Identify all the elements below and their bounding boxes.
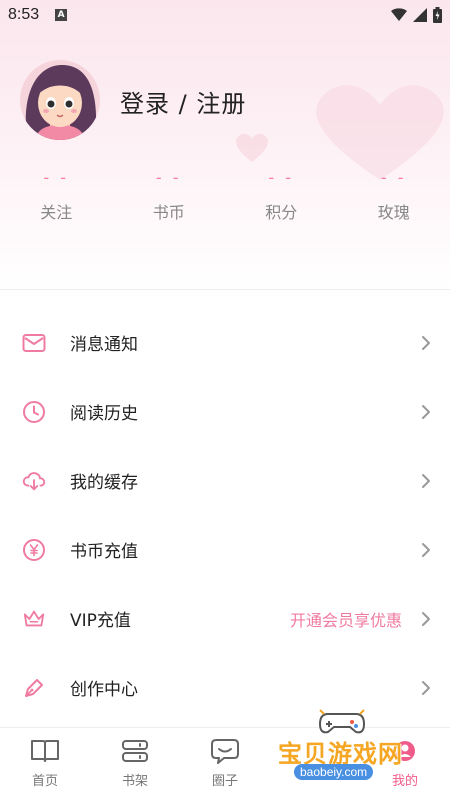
yen-coin-icon (22, 538, 46, 562)
stat-coins[interactable]: - - 书币 (113, 165, 226, 235)
signal-icon (413, 8, 427, 22)
bookshelf-icon (120, 736, 150, 766)
watermark-url: baobeiy.com (294, 764, 374, 780)
menu-item-cache[interactable]: 我的缓存 (0, 446, 450, 515)
menu-item-vip-recharge[interactable]: VIP充值 开通会员享优惠 (0, 584, 450, 653)
menu-label: 消息通知 (70, 335, 138, 355)
status-time: 8:53 (8, 6, 40, 23)
menu-list: 消息通知 阅读历史 我的缓存 书币充值 VIP充值 开通会员享优惠 创作中心 (0, 308, 450, 722)
wifi-icon (391, 8, 407, 21)
nav-label: 书架 (121, 774, 148, 789)
menu-label: 创作中心 (70, 680, 138, 700)
avatar[interactable] (20, 57, 100, 143)
nav-home[interactable]: 首页 (0, 728, 90, 800)
stat-value: - - (268, 168, 295, 187)
stat-roses[interactable]: - - 玫瑰 (338, 165, 450, 235)
pen-icon (22, 676, 46, 700)
stat-follow[interactable]: - - 关注 (0, 165, 113, 235)
menu-label: VIP充值 (70, 611, 131, 631)
header-background (0, 0, 450, 290)
battery-icon (433, 7, 442, 23)
watermark: 宝贝游戏网 baobeiy.com (278, 706, 428, 792)
chevron-right-icon (422, 680, 430, 695)
stat-value: - - (155, 168, 182, 187)
login-register-link[interactable]: 登录 / 注册 (120, 84, 246, 119)
book-open-icon (30, 736, 60, 766)
chevron-right-icon (422, 542, 430, 557)
nav-label: 首页 (31, 774, 58, 789)
menu-label: 书币充值 (70, 542, 138, 562)
status-icons (391, 7, 442, 23)
stat-label: 积分 (265, 203, 298, 222)
chat-bubble-icon (210, 736, 240, 766)
stat-value: - - (43, 168, 70, 187)
menu-item-history[interactable]: 阅读历史 (0, 377, 450, 446)
chevron-right-icon (422, 335, 430, 350)
nav-circle[interactable]: 圈子 (180, 728, 270, 800)
stat-label: 书币 (152, 203, 185, 222)
stats-row: - - 关注 - - 书币 - - 积分 - - 玫瑰 (0, 165, 450, 235)
menu-item-messages[interactable]: 消息通知 (0, 308, 450, 377)
nav-bookshelf[interactable]: 书架 (90, 728, 180, 800)
section-divider (0, 289, 450, 290)
mail-icon (22, 331, 46, 355)
profile-screen: 8:53 A 登录 / 注册 - - 关注 - - 书币 - - 积分 - - … (0, 0, 450, 800)
status-bar: 8:53 A (0, 0, 450, 30)
stat-points[interactable]: - - 积分 (225, 165, 338, 235)
small-heart-decoration (236, 133, 268, 162)
clock-icon (22, 400, 46, 424)
stat-label: 关注 (40, 203, 73, 222)
chevron-right-icon (422, 404, 430, 419)
chevron-right-icon (422, 611, 430, 626)
menu-label: 我的缓存 (70, 473, 138, 493)
cloud-download-icon (22, 469, 46, 493)
menu-item-coin-recharge[interactable]: 书币充值 (0, 515, 450, 584)
stat-value: - - (380, 168, 407, 187)
nav-label: 圈子 (211, 774, 238, 789)
notification-a-icon: A (55, 9, 68, 21)
crown-icon (22, 607, 46, 631)
stat-label: 玫瑰 (377, 203, 410, 222)
menu-label: 阅读历史 (70, 404, 138, 424)
vip-promo-text: 开通会员享优惠 (289, 610, 402, 630)
chevron-right-icon (422, 473, 430, 488)
